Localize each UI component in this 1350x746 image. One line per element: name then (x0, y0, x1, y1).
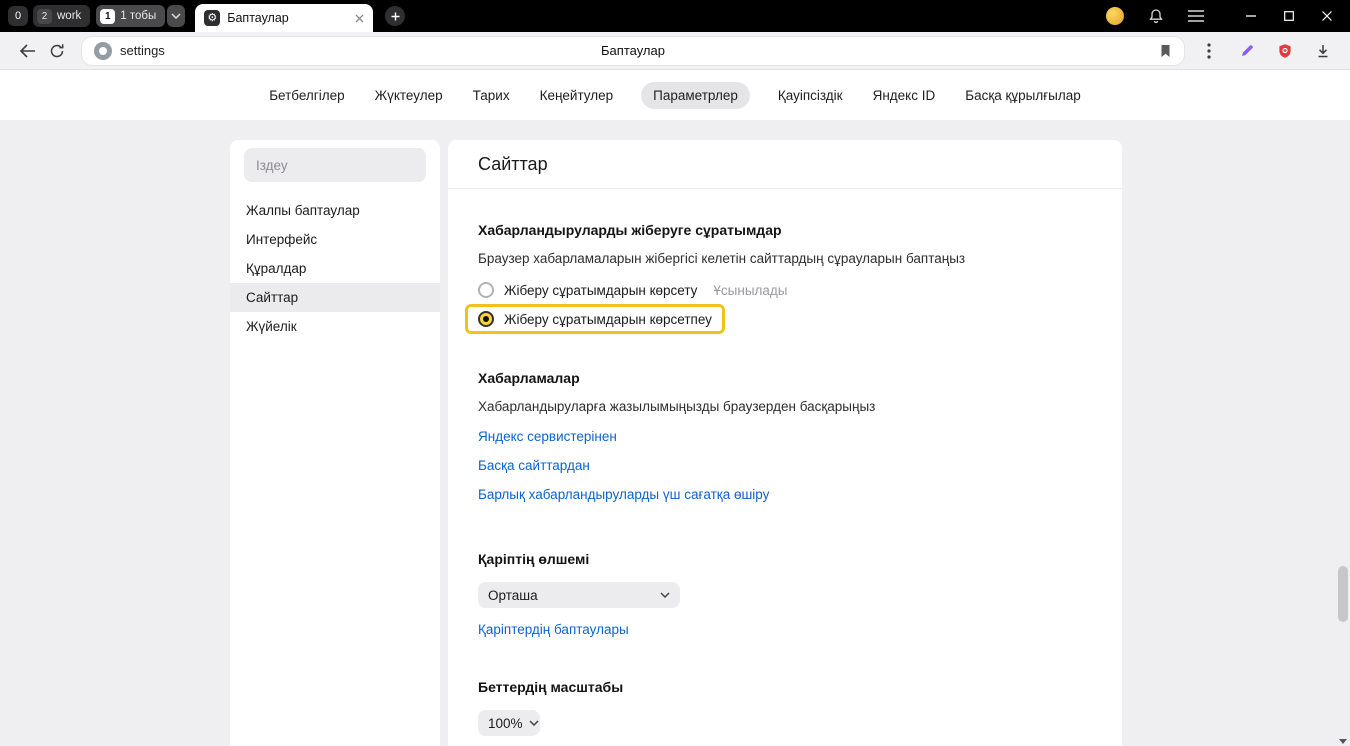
page-heading: Сайттар (478, 140, 1092, 175)
radio-hide-requests-label: Жіберу сұратымдарын көрсетпеу (504, 312, 712, 327)
heading-divider (448, 188, 1122, 189)
sidebar-item-system[interactable]: Жүйелік (230, 312, 440, 341)
settings-gear-icon: ⚙ (204, 10, 220, 26)
nav-tab-bookmarks[interactable]: Бетбелгілер (267, 82, 346, 109)
push-requests-section-title: Хабарландыруларды жіберуге сұратымдар (478, 222, 1092, 238)
radio-hide-requests[interactable]: Жіберу сұратымдарын көрсетпеу (478, 311, 712, 327)
profile-avatar[interactable] (1106, 7, 1124, 25)
page-zoom-value: 100% (488, 716, 523, 731)
titlebar-right-cluster (1106, 0, 1350, 32)
minimize-icon (1246, 15, 1256, 17)
tab-group-current-label: 1 тобы (120, 10, 156, 22)
font-size-section-title: Қаріптің өлшемі (478, 551, 1092, 567)
bookmark-flag-icon (1159, 44, 1172, 58)
maximize-icon (1284, 11, 1294, 21)
notifications-description: Хабарландыруларға жазылымыңызды браузерд… (478, 399, 1092, 414)
push-requests-description: Браузер хабарламаларын жібергісі келетін… (478, 251, 1092, 266)
nav-tab-history[interactable]: Тарих (471, 82, 512, 109)
radio-unselected-icon[interactable] (478, 282, 494, 298)
tab-group-work-label: work (57, 10, 81, 22)
nav-tab-other-devices[interactable]: Басқа құрылғылар (963, 82, 1083, 109)
nav-tab-downloads[interactable]: Жүктеулер (373, 82, 445, 109)
nav-tab-settings[interactable]: Параметрлер (641, 82, 750, 109)
font-size-select[interactable]: Орташа (478, 582, 680, 608)
chevron-down-icon (660, 592, 670, 598)
minimize-button[interactable] (1232, 0, 1270, 32)
sidebar-item-sites[interactable]: Сайттар (230, 283, 440, 312)
plus-icon (391, 12, 400, 21)
chevron-down-icon (529, 720, 539, 726)
font-size-value: Орташа (488, 588, 538, 603)
page-zoom-select[interactable]: 100% (478, 710, 540, 736)
nav-tab-yandex-id[interactable]: Яндекс ID (871, 82, 938, 109)
chevron-down-icon (171, 13, 181, 19)
address-bar[interactable]: settings Баптаулар (82, 37, 1184, 65)
window-controls (1232, 0, 1346, 32)
link-yandex-services[interactable]: Яндекс сервистерінен (478, 422, 617, 451)
shield-icon (1277, 43, 1293, 59)
recommended-hint: Ұсынылады (713, 283, 787, 298)
reload-icon (49, 43, 65, 59)
maximize-button[interactable] (1270, 0, 1308, 32)
new-tab-button[interactable] (385, 6, 405, 26)
download-icon (1315, 43, 1331, 59)
bookmark-button[interactable] (1159, 44, 1172, 58)
tab-group-current[interactable]: 1 1 тобы (96, 5, 165, 27)
edit-pencil-button[interactable] (1232, 36, 1262, 66)
site-favicon (94, 42, 112, 60)
notifications-section-title: Хабарламалар (478, 370, 1092, 386)
back-button[interactable] (12, 36, 42, 66)
tab-title: Баптаулар (227, 11, 348, 25)
tab-close-icon[interactable] (355, 14, 364, 23)
scrollbar-thumb[interactable] (1338, 566, 1348, 622)
sidebar-item-tools[interactable]: Құралдар (230, 254, 440, 283)
page-scale-section-title: Беттердің масштабы (478, 679, 1092, 695)
link-font-settings[interactable]: Қаріптердің баптаулары (478, 622, 629, 637)
sidebar-item-general[interactable]: Жалпы баптаулар (230, 196, 440, 225)
settings-page: Бетбелгілер Жүктеулер Тарих Кеңейтулер П… (0, 70, 1350, 746)
titlebar: 0 2 work 1 1 тобы ⚙ Баптаулар (0, 0, 1350, 32)
tab-count-badge: 2 (37, 9, 52, 24)
settings-sidebar: Жалпы баптаулар Интерфейс Құралдар Сайтт… (230, 140, 440, 746)
link-other-sites[interactable]: Басқа сайттардан (478, 451, 590, 480)
highlight-annotation: Жіберу сұратымдарын көрсетпеу (465, 304, 725, 334)
reload-button[interactable] (42, 36, 72, 66)
toolbar-more-button[interactable] (1194, 36, 1224, 66)
scrollbar-down-arrow[interactable] (1339, 739, 1347, 744)
search-input[interactable] (244, 158, 426, 173)
pencil-icon (1239, 43, 1255, 59)
dots-vertical-icon (1207, 43, 1211, 59)
search-box (244, 148, 426, 182)
radio-show-requests-label: Жіберу сұратымдарын көрсету (504, 283, 697, 298)
protect-shield-button[interactable] (1270, 36, 1300, 66)
sidebar-item-interface[interactable]: Интерфейс (230, 225, 440, 254)
notifications-links: Яндекс сервистерінен Басқа сайттардан Ба… (478, 422, 1092, 509)
url-text[interactable]: settings (120, 43, 165, 58)
browser-toolbar: settings Баптаулар (0, 32, 1350, 70)
downloads-button[interactable] (1308, 36, 1338, 66)
radio-selected-icon[interactable] (478, 311, 494, 327)
settings-nav: Бетбелгілер Жүктеулер Тарих Кеңейтулер П… (0, 70, 1350, 120)
notifications-bell-icon[interactable] (1148, 8, 1164, 24)
tab-counter-zero[interactable]: 0 (8, 6, 28, 26)
active-tab-settings[interactable]: ⚙ Баптаулар (195, 4, 373, 32)
menu-hamburger-icon[interactable] (1188, 10, 1204, 22)
gear-glyph: ⚙ (207, 13, 217, 24)
radio-show-requests[interactable]: Жіберу сұратымдарын көрсету Ұсынылады (478, 282, 1092, 298)
back-arrow-icon (19, 44, 36, 58)
nav-tab-security[interactable]: Қауіпсіздік (776, 82, 845, 109)
nav-tab-extensions[interactable]: Кеңейтулер (538, 82, 616, 109)
link-mute-all-notifications[interactable]: Барлық хабарландыруларды үш сағатқа өшір… (478, 480, 769, 509)
close-window-button[interactable] (1308, 0, 1346, 32)
tab-count-badge: 1 (100, 9, 115, 24)
tab-group-expand-button[interactable] (167, 5, 185, 27)
tab-group-work[interactable]: 2 work (33, 5, 90, 27)
settings-main-panel: Сайттар Хабарландыруларды жіберуге сұрат… (448, 140, 1122, 746)
close-icon (1322, 11, 1332, 21)
page-title: Баптаулар (601, 43, 665, 58)
